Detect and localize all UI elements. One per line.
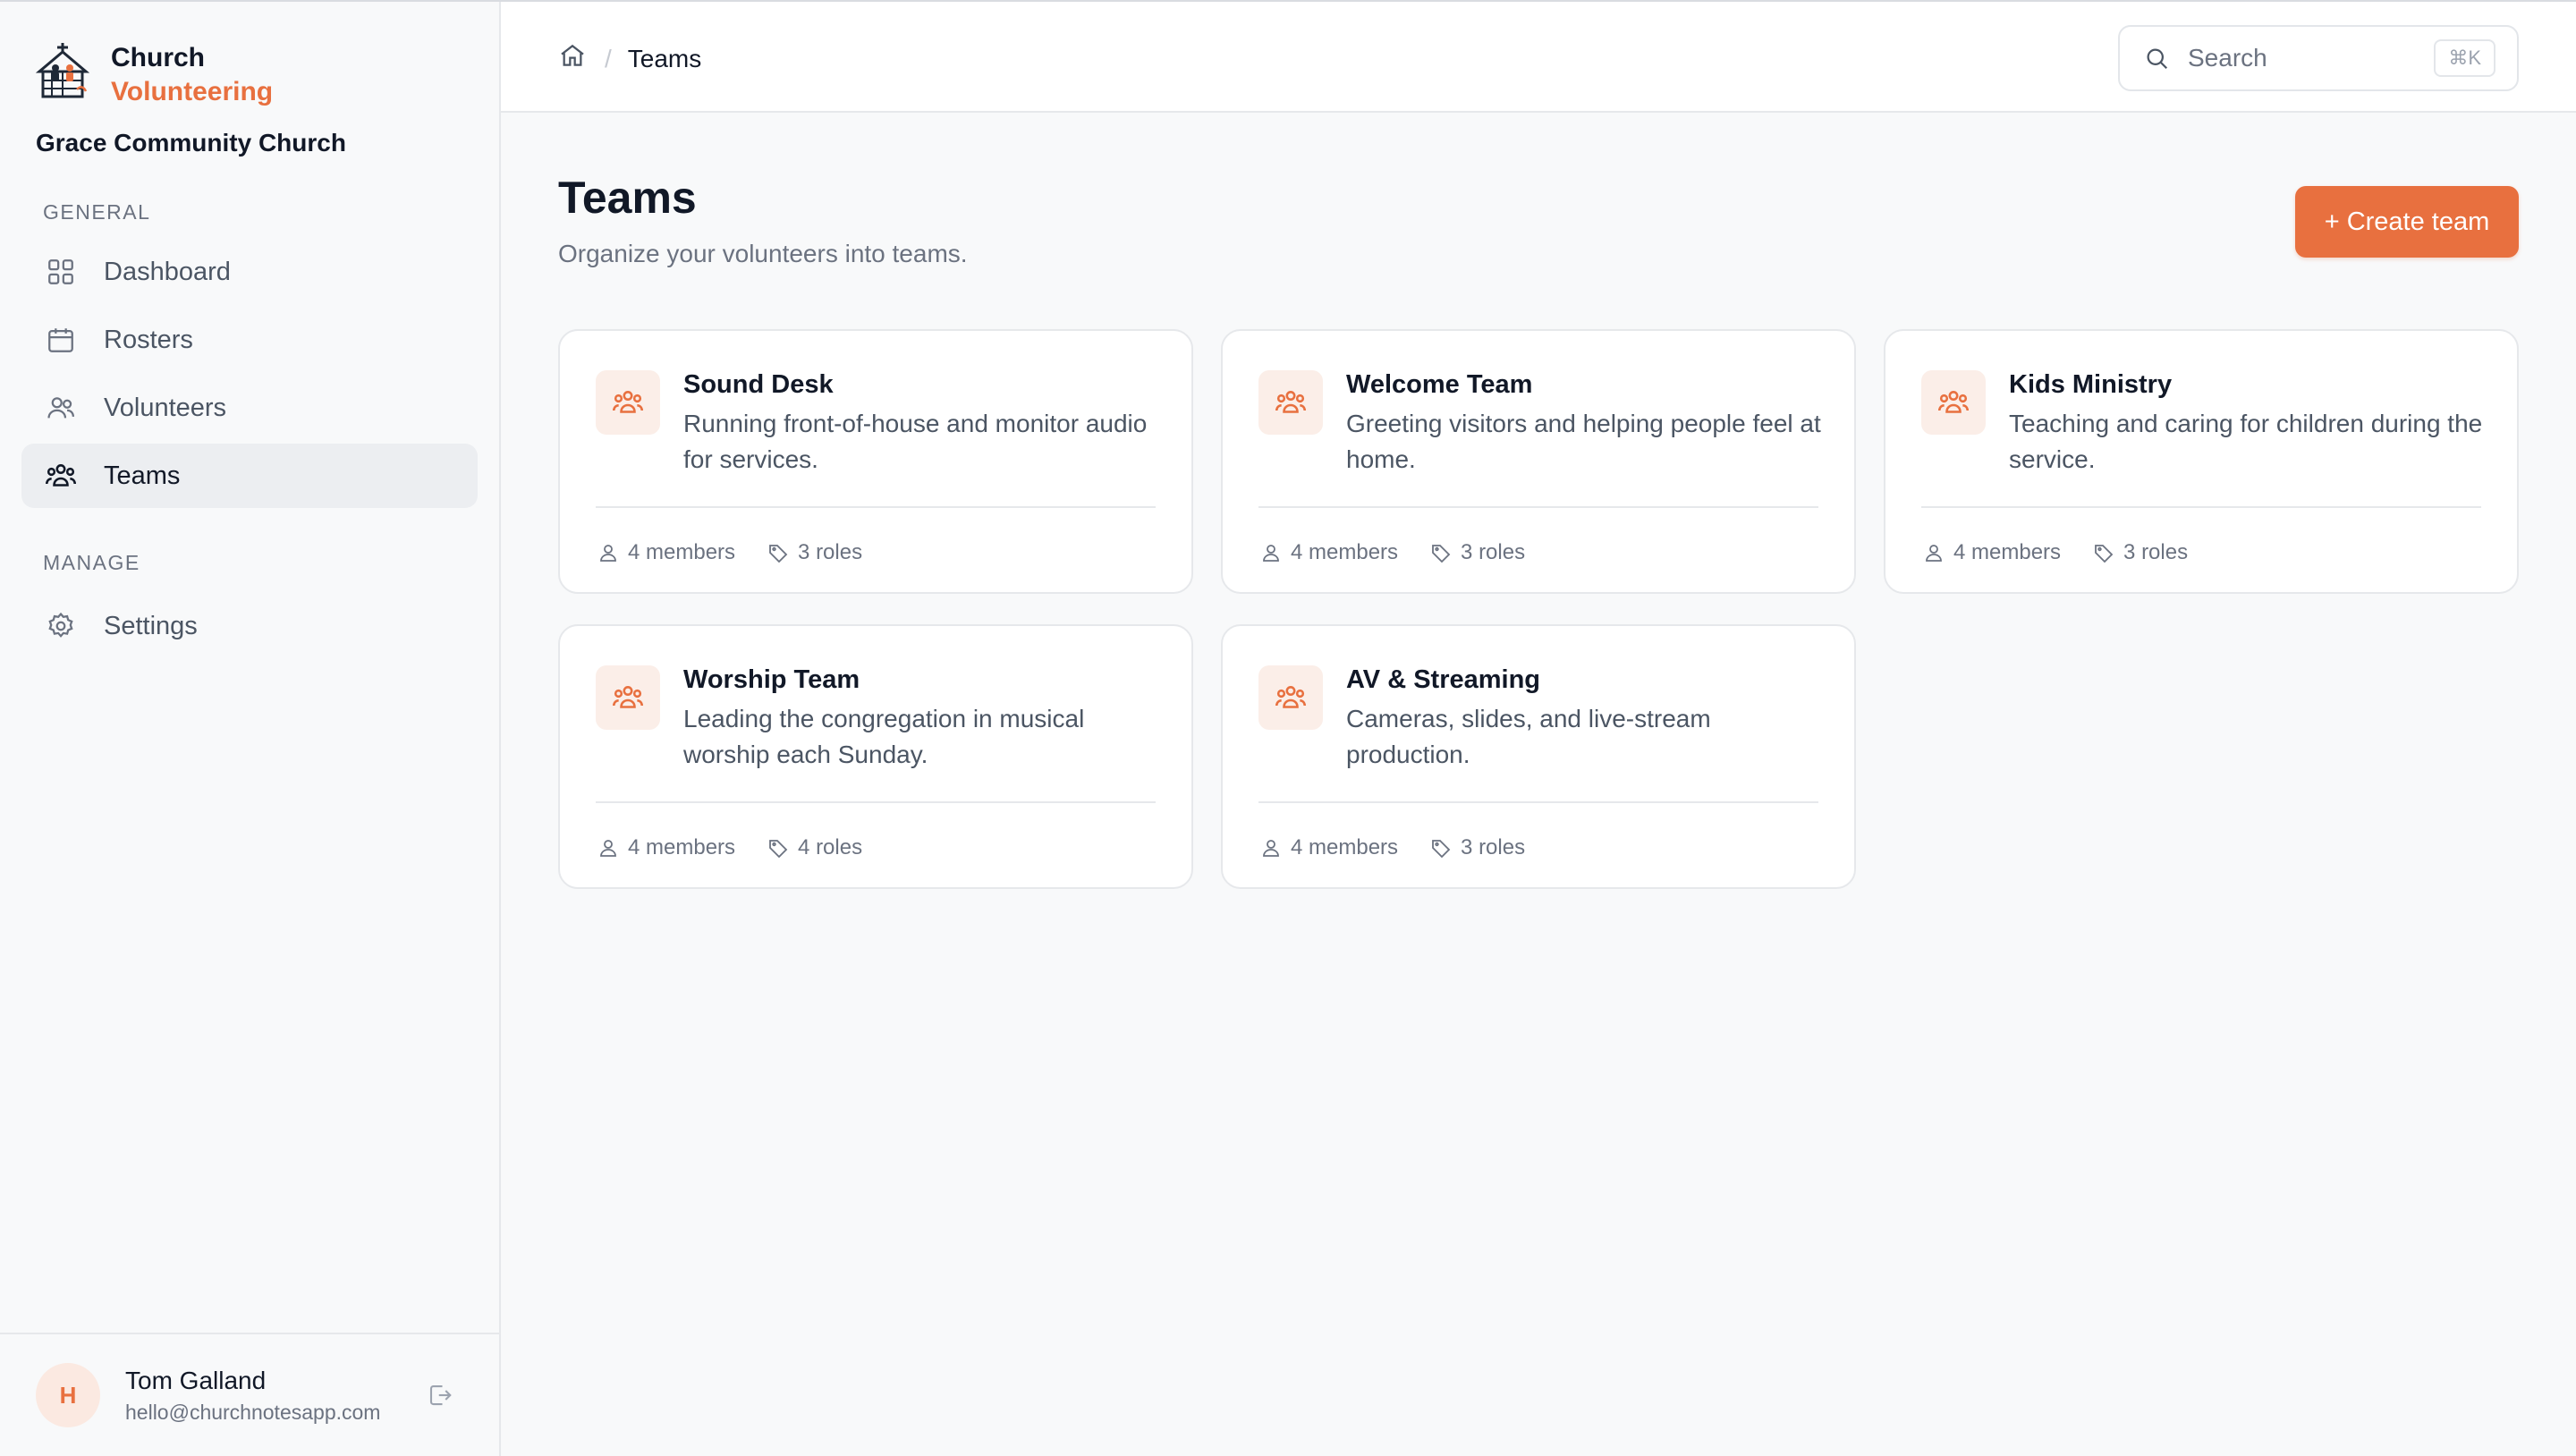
team-icon [1258, 370, 1323, 435]
user-email: hello@churchnotesapp.com [125, 1400, 381, 1424]
tag-icon [2091, 540, 2116, 565]
team-icon [596, 370, 660, 435]
sidebar-item-dashboard[interactable]: Dashboard [21, 240, 478, 304]
home-icon[interactable] [558, 41, 587, 76]
role-count: 3 roles [798, 540, 863, 564]
team-name: Sound Desk [683, 370, 834, 399]
member-count: 4 members [628, 540, 736, 564]
sidebar-item-label: Rosters [104, 325, 193, 354]
church-logo-icon [36, 43, 89, 98]
brand-name-line1: Church [111, 43, 205, 72]
section-label-manage: Manage [43, 551, 140, 574]
create-team-button[interactable]: + Create team [2295, 186, 2519, 258]
page-subtitle: Organize your volunteers into teams. [558, 240, 968, 267]
tag-icon [766, 835, 791, 860]
user-icon [1258, 835, 1284, 860]
avatar[interactable]: H [36, 1363, 100, 1427]
grid-icon [43, 254, 79, 290]
team-icon [1921, 370, 1986, 435]
divider [1921, 506, 2481, 508]
divider [596, 506, 1156, 508]
team-name: Worship Team [683, 665, 860, 694]
role-count: 3 roles [1461, 835, 1526, 859]
brand[interactable]: Church Volunteering [36, 41, 273, 109]
team-name: AV & Streaming [1346, 665, 1541, 694]
sidebar-item-label: Volunteers [104, 393, 227, 422]
team-icon [43, 458, 79, 494]
sidebar-item-rosters[interactable]: Rosters [21, 308, 478, 372]
member-count: 4 members [1291, 540, 1399, 564]
team-description: Cameras, slides, and live-stream product… [1346, 705, 1711, 768]
team-card-welcome-team[interactable]: Welcome Team Greeting visitors and helpi… [1221, 329, 1856, 594]
member-count: 4 members [1953, 540, 2062, 564]
team-name: Kids Ministry [2009, 370, 2173, 399]
search-placeholder: Search [2188, 44, 2267, 72]
team-description: Leading the congregation in musical wors… [683, 705, 1085, 768]
team-description: Greeting visitors and helping people fee… [1346, 410, 1821, 473]
role-count: 3 roles [1461, 540, 1526, 564]
divider [1258, 506, 1818, 508]
user-profile: H Tom Galland hello@churchnotesapp.com [0, 1333, 499, 1456]
member-count: 4 members [628, 835, 736, 859]
team-icon [1258, 665, 1323, 730]
team-card-worship-team[interactable]: Worship Team Leading the congregation in… [558, 624, 1193, 889]
user-icon [596, 540, 621, 565]
breadcrumb-separator: / [605, 44, 612, 72]
tag-icon [1428, 835, 1453, 860]
page-title: Teams [558, 173, 697, 223]
user-icon [1258, 540, 1284, 565]
team-name: Welcome Team [1346, 370, 1533, 399]
users-icon [43, 390, 79, 426]
sidebar-item-settings[interactable]: Settings [21, 594, 478, 658]
user-icon [1921, 540, 1946, 565]
user-icon [596, 835, 621, 860]
team-card-sound-desk[interactable]: Sound Desk Running front-of-house and mo… [558, 329, 1193, 594]
sidebar-item-label: Dashboard [104, 257, 231, 286]
search-input[interactable]: Search ⌘K [2118, 25, 2519, 91]
team-description: Teaching and caring for children during … [2009, 410, 2483, 473]
user-name: Tom Galland [125, 1366, 267, 1394]
logout-icon[interactable] [422, 1377, 458, 1413]
sidebar-item-teams[interactable]: Teams [21, 444, 478, 508]
search-shortcut: ⌘K [2434, 39, 2496, 77]
team-description: Running front-of-house and monitor audio… [683, 410, 1148, 473]
section-label-general: General [43, 200, 151, 224]
sidebar: Church Volunteering Grace Community Chur… [0, 2, 501, 1456]
search-icon [2141, 43, 2172, 73]
breadcrumb-current: Teams [627, 44, 702, 72]
team-icon [596, 665, 660, 730]
topbar: / Teams Search ⌘K [501, 2, 2576, 113]
role-count: 4 roles [798, 835, 863, 859]
sidebar-item-volunteers[interactable]: Volunteers [21, 376, 478, 440]
gear-icon [43, 608, 79, 644]
team-card-av-streaming[interactable]: AV & Streaming Cameras, slides, and live… [1221, 624, 1856, 889]
calendar-icon [43, 322, 79, 358]
role-count: 3 roles [2123, 540, 2189, 564]
tag-icon [766, 540, 791, 565]
tag-icon [1428, 540, 1453, 565]
sidebar-item-label: Settings [104, 611, 198, 640]
sidebar-item-label: Teams [104, 461, 181, 490]
breadcrumb: / Teams [558, 41, 701, 76]
organization-name: Grace Community Church [36, 129, 346, 157]
app-window: Church Volunteering Grace Community Chur… [0, 0, 2576, 1456]
team-card-kids-ministry[interactable]: Kids Ministry Teaching and caring for ch… [1884, 329, 2519, 594]
brand-name-line2: Volunteering [111, 77, 274, 106]
member-count: 4 members [1291, 835, 1399, 859]
divider [596, 801, 1156, 803]
divider [1258, 801, 1818, 803]
